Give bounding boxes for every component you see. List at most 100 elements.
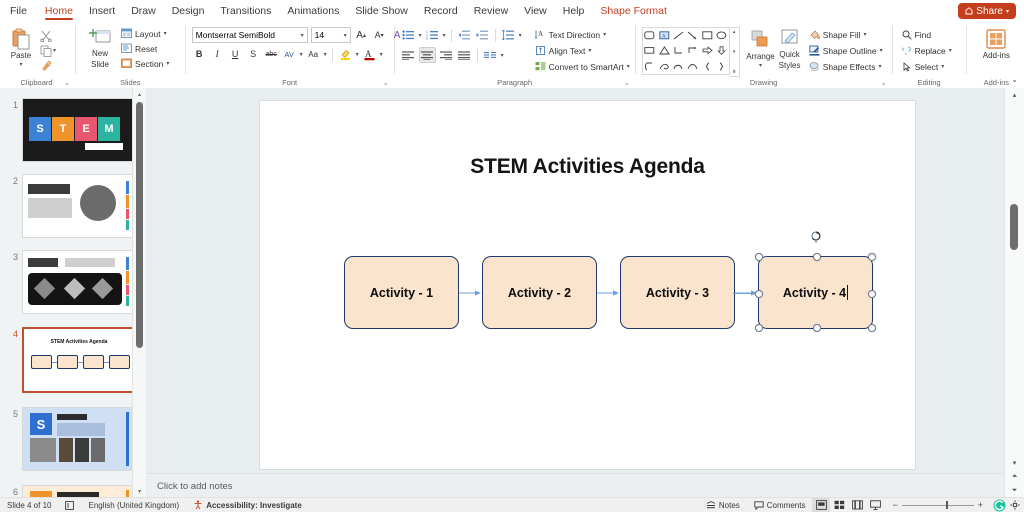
slide-counter[interactable]: Slide 4 of 10 bbox=[0, 498, 58, 512]
shape-rectangle-2[interactable] bbox=[643, 43, 657, 58]
fit-slide-button[interactable] bbox=[1008, 498, 1024, 512]
accessibility-status[interactable]: Accessibility: Investigate bbox=[186, 498, 309, 512]
shape-right-brace[interactable] bbox=[714, 59, 728, 74]
shape-triangle[interactable] bbox=[657, 43, 671, 58]
tab-draw[interactable]: Draw bbox=[123, 0, 164, 22]
shape-scribble[interactable] bbox=[657, 59, 671, 74]
tab-record[interactable]: Record bbox=[416, 0, 466, 22]
add-ins-button[interactable]: Add-ins bbox=[974, 26, 1018, 61]
resize-handle-top-center[interactable] bbox=[813, 253, 821, 261]
increase-font-size-button[interactable]: A▴ bbox=[354, 28, 369, 43]
shape-gallery-scrollbar[interactable]: ▴ ▾ ⩲ bbox=[730, 27, 740, 77]
grammarly-indicator[interactable] bbox=[991, 498, 1008, 512]
zoom-out-button[interactable]: − bbox=[888, 500, 901, 510]
zoom-in-button[interactable]: + bbox=[974, 500, 987, 510]
chevron-down-icon[interactable]: ▾ bbox=[733, 49, 736, 55]
tab-transitions[interactable]: Transitions bbox=[212, 0, 279, 22]
chevron-down-icon[interactable]: ▾ bbox=[443, 32, 446, 39]
shape-gallery[interactable]: A bbox=[642, 27, 740, 77]
numbering-button[interactable]: 1 2 3 bbox=[425, 28, 440, 42]
shape-elbow-arrow[interactable] bbox=[686, 43, 700, 58]
thumbnail-row[interactable]: 3 bbox=[0, 246, 146, 314]
resize-handle-bottom-left[interactable] bbox=[755, 324, 763, 332]
align-right-button[interactable] bbox=[439, 48, 454, 62]
tab-view[interactable]: View bbox=[516, 0, 555, 22]
canvas-scrollbar[interactable]: ▴ ▾ ⏶ ⏷ bbox=[1004, 88, 1024, 498]
tab-home[interactable]: Home bbox=[37, 0, 81, 22]
italic-button[interactable]: I bbox=[210, 47, 225, 62]
activity-box-3[interactable]: Activity - 3 bbox=[620, 256, 735, 329]
thumbnail-row[interactable]: 5 S bbox=[0, 403, 146, 471]
format-painter-button[interactable] bbox=[38, 58, 53, 73]
next-slide-button[interactable]: ⏷ bbox=[1005, 484, 1024, 498]
chevron-down-icon[interactable]: ▾ bbox=[419, 32, 422, 39]
thumbnail-scrollbar-thumb[interactable] bbox=[136, 102, 143, 348]
clipboard-dialog-launcher[interactable]: ⌄ bbox=[64, 79, 70, 87]
tab-file[interactable]: File bbox=[0, 0, 37, 22]
shape-oval[interactable] bbox=[714, 28, 728, 43]
shape-line[interactable] bbox=[671, 28, 685, 43]
share-button[interactable]: Share ▾ bbox=[958, 3, 1016, 19]
quick-styles-button[interactable]: Quick Styles bbox=[775, 27, 803, 70]
thumbnail-row[interactable]: 4 STEM Activities Agenda bbox=[0, 323, 146, 393]
thumbnail-slide-1[interactable]: S T E M bbox=[22, 98, 134, 162]
strikethrough-button[interactable]: abc bbox=[264, 47, 279, 62]
chevron-down-icon[interactable]: ▾ bbox=[501, 52, 504, 59]
decrease-indent-button[interactable] bbox=[457, 28, 472, 42]
thumbnail-slide-3[interactable] bbox=[22, 250, 134, 314]
resize-handle-middle-right[interactable] bbox=[868, 290, 876, 298]
columns-button[interactable] bbox=[483, 48, 498, 62]
tab-review[interactable]: Review bbox=[466, 0, 516, 22]
view-slideshow-button[interactable] bbox=[866, 498, 884, 512]
shape-curve[interactable] bbox=[671, 59, 685, 74]
layout-button[interactable]: Layout ▾ bbox=[118, 26, 172, 41]
slide-thumbnail-panel[interactable]: 1 S T E M 2 bbox=[0, 88, 146, 498]
chevron-down-icon[interactable]: ▾ bbox=[356, 51, 359, 58]
notes-button[interactable]: Notes bbox=[699, 498, 747, 512]
zoom-track[interactable] bbox=[902, 505, 974, 506]
tab-help[interactable]: Help bbox=[555, 0, 593, 22]
thumbnail-slide-5[interactable]: S bbox=[22, 407, 134, 471]
scroll-up-icon[interactable]: ▴ bbox=[133, 88, 146, 101]
resize-handle-bottom-center[interactable] bbox=[813, 324, 821, 332]
spell-check-button[interactable] bbox=[58, 498, 81, 512]
shape-elbow-connector[interactable] bbox=[671, 43, 685, 58]
chevron-down-icon[interactable]: ▾ bbox=[380, 51, 383, 58]
canvas-scrollbar-thumb[interactable] bbox=[1010, 204, 1018, 250]
text-shadow-button[interactable]: S bbox=[246, 47, 261, 62]
chevron-down-icon[interactable]: ▾ bbox=[300, 51, 303, 58]
shape-fill-button[interactable]: Shape Fill ▾ bbox=[806, 27, 886, 42]
font-name-input[interactable]: Montserrat SemiBold ▾ bbox=[192, 27, 308, 43]
change-case-button[interactable]: Aa bbox=[306, 47, 321, 62]
language-indicator[interactable]: English (United Kingdom) bbox=[81, 498, 186, 512]
new-slide-button[interactable]: New Slide bbox=[82, 26, 118, 69]
convert-to-smartart-button[interactable]: Convert to SmartArt ▾ bbox=[532, 59, 633, 74]
rotation-handle[interactable] bbox=[809, 231, 822, 244]
notes-pane[interactable]: Click to add notes bbox=[147, 473, 1005, 498]
select-button[interactable]: Select ▾ bbox=[899, 59, 955, 74]
flow-arrow-2[interactable] bbox=[597, 288, 620, 298]
font-dialog-launcher[interactable]: ⌄ bbox=[383, 79, 389, 87]
cut-button[interactable] bbox=[38, 28, 53, 43]
shape-rectangle[interactable] bbox=[700, 28, 714, 43]
paragraph-dialog-launcher[interactable]: ⌄ bbox=[624, 79, 630, 87]
line-spacing-button[interactable] bbox=[501, 28, 516, 42]
scroll-down-icon[interactable]: ▾ bbox=[1005, 456, 1024, 470]
tab-design[interactable]: Design bbox=[164, 0, 213, 22]
previous-slide-button[interactable]: ⏶ bbox=[1005, 470, 1024, 484]
tab-insert[interactable]: Insert bbox=[81, 0, 123, 22]
shape-arc[interactable] bbox=[686, 59, 700, 74]
text-direction-button[interactable]: A Text Direction ▾ bbox=[532, 27, 633, 42]
slide-title[interactable]: STEM Activities Agenda bbox=[260, 155, 915, 179]
thumbnail-slide-2[interactable] bbox=[22, 174, 134, 238]
tab-animations[interactable]: Animations bbox=[279, 0, 347, 22]
activity-box-2[interactable]: Activity - 2 bbox=[482, 256, 597, 329]
resize-handle-top-left[interactable] bbox=[755, 253, 763, 261]
zoom-slider[interactable]: − + bbox=[884, 500, 991, 510]
decrease-font-size-button[interactable]: A▾ bbox=[372, 28, 387, 43]
align-center-button[interactable] bbox=[419, 47, 436, 63]
gallery-expand-icon[interactable]: ⩲ bbox=[733, 69, 736, 75]
view-reading-button[interactable] bbox=[848, 498, 866, 512]
view-slide-sorter-button[interactable] bbox=[830, 498, 848, 512]
drawing-dialog-launcher[interactable]: ⌄ bbox=[881, 79, 887, 87]
